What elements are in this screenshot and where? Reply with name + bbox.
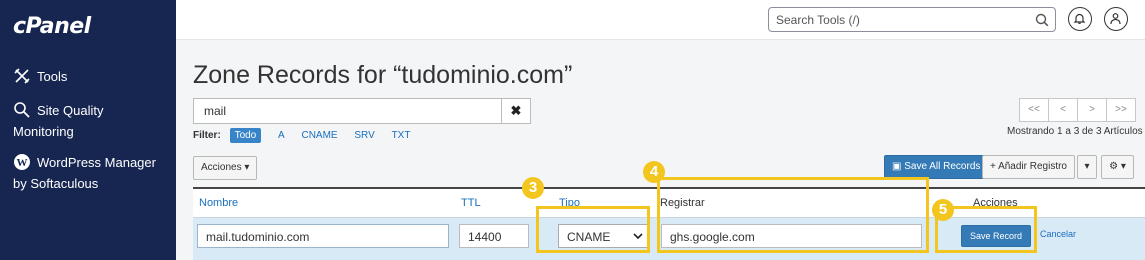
wordpress-icon: W: [14, 154, 30, 170]
actions-dropdown-button[interactable]: Acciones ▾: [193, 156, 258, 180]
save-all-records-button[interactable]: ▣ Save All Records: [884, 155, 989, 179]
column-ttl-header[interactable]: TTL: [461, 197, 481, 209]
record-ttl-field[interactable]: 14400: [459, 224, 529, 248]
user-menu-button[interactable]: [1104, 7, 1128, 31]
bell-icon: [1073, 13, 1086, 24]
step-badge-3: 3: [522, 177, 544, 199]
add-record-caret[interactable]: ▾: [1077, 155, 1097, 179]
step-badge-5: 5: [932, 199, 954, 221]
highlight-type-box: [536, 206, 650, 253]
step-badge-4: 4: [643, 161, 665, 183]
filter-value: mail: [204, 104, 227, 118]
last-page-button[interactable]: >>: [1106, 98, 1136, 122]
notifications-button[interactable]: [1068, 7, 1092, 31]
filter-input[interactable]: mail ✖: [193, 98, 531, 124]
record-name-field[interactable]: mail.tudominio.com: [197, 224, 449, 248]
highlight-record-box: [657, 177, 929, 253]
filter-chip-cname[interactable]: CNAME: [301, 130, 337, 141]
top-bar: Search Tools (/): [176, 0, 1145, 40]
svg-text:W: W: [17, 157, 28, 169]
sidebar-item-label: Tools: [37, 69, 68, 84]
sidebar: cPanel Tools Site Quality Monitoring W Wo…: [0, 0, 176, 260]
sidebar-item-site-quality[interactable]: Site Quality Monitoring: [13, 100, 163, 142]
first-page-button[interactable]: <<: [1019, 98, 1049, 122]
prev-page-button[interactable]: <: [1048, 98, 1078, 122]
page-title: Zone Records for “tudominio.com”: [193, 61, 573, 89]
column-name-header[interactable]: Nombre: [199, 197, 238, 209]
filter-chip-srv[interactable]: SRV: [354, 130, 374, 141]
type-filter: Filter: Todo A CNAME SRV TXT: [193, 128, 424, 143]
clear-filter-button[interactable]: ✖: [501, 99, 530, 123]
add-record-button[interactable]: + Añadir Registro: [982, 155, 1075, 179]
magnifier-icon: [14, 102, 30, 118]
sidebar-item-wordpress[interactable]: W WordPress Manager by Softaculous: [13, 152, 173, 194]
sidebar-item-label: WordPress Manager by Softaculous: [13, 155, 156, 191]
next-page-button[interactable]: >: [1077, 98, 1107, 122]
search-placeholder: Search Tools (/): [776, 13, 860, 27]
sidebar-item-tools[interactable]: Tools: [13, 66, 67, 87]
pagination: << < > >>: [1019, 98, 1136, 122]
save-icon: ▣: [892, 161, 905, 172]
filter-label: Filter:: [193, 130, 221, 141]
filter-chip-a[interactable]: A: [278, 130, 285, 141]
save-all-label: Save All Records: [904, 161, 981, 172]
search-icon[interactable]: [1035, 13, 1049, 27]
cancel-link[interactable]: Cancelar: [1040, 229, 1076, 239]
cpanel-logo[interactable]: cPanel: [13, 14, 91, 39]
settings-gear-button[interactable]: ⚙ ▾: [1101, 155, 1134, 179]
filter-chip-txt[interactable]: TXT: [392, 130, 411, 141]
filter-chip-todo[interactable]: Todo: [229, 128, 262, 143]
search-input[interactable]: Search Tools (/): [768, 7, 1056, 32]
tools-icon: [14, 68, 30, 84]
main-content: Zone Records for “tudominio.com” mail ✖ …: [176, 41, 1145, 260]
results-count: Mostrando 1 a 3 de 3 Artículos: [1007, 126, 1143, 137]
user-icon: [1110, 13, 1121, 25]
